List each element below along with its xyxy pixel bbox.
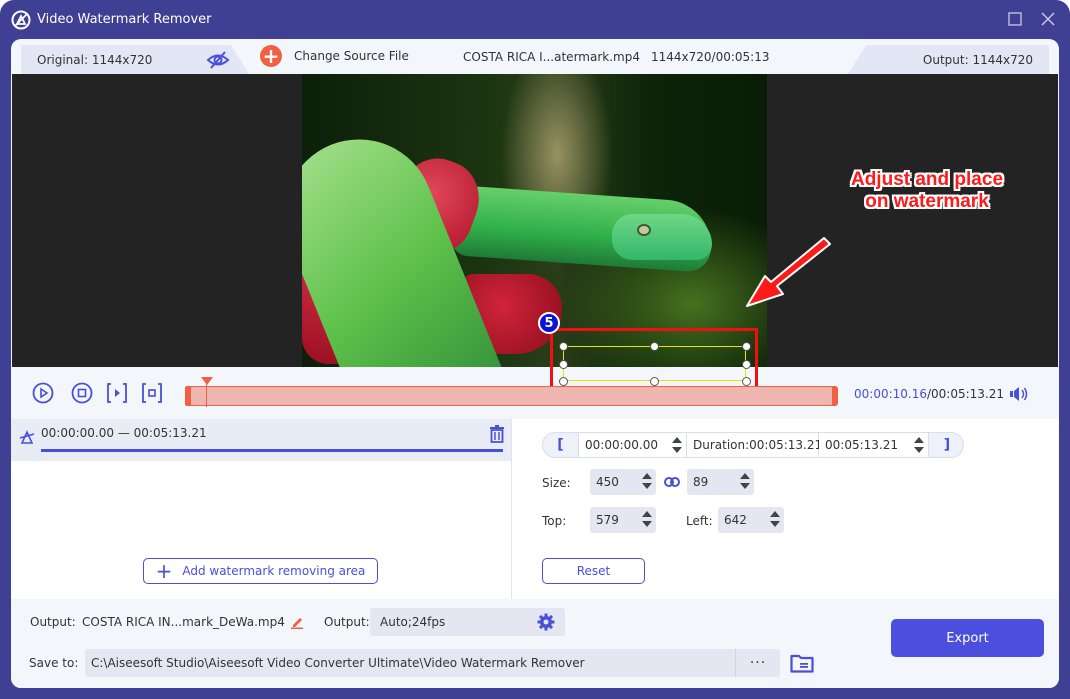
play-button[interactable]: [32, 382, 54, 404]
source-file-name: COSTA RICA I...atermark.mp4: [463, 50, 640, 64]
plus-icon: +: [155, 559, 173, 583]
playback-controls: 00:00:10.16/00:05:13.21: [11, 369, 1059, 419]
annotation-arrow-icon: [746, 237, 831, 307]
start-time-value: 00:00:00.00: [585, 438, 658, 452]
volume-icon[interactable]: [1009, 385, 1029, 403]
left-spinner[interactable]: [770, 510, 780, 528]
output-format-selector[interactable]: Auto;24fps: [370, 608, 565, 636]
hide-preview-eye-icon[interactable]: [206, 51, 230, 69]
annotation-text: Adjust and place on watermark: [802, 169, 1052, 213]
open-folder-icon[interactable]: [790, 653, 814, 673]
top-spinner[interactable]: [642, 510, 652, 528]
area-end: 00:05:13.21: [133, 426, 207, 440]
browse-more-button[interactable]: ···: [735, 649, 780, 677]
timeline-track[interactable]: [184, 385, 838, 406]
snake-image-part: [612, 214, 712, 260]
preview-area-button[interactable]: [141, 382, 163, 404]
area-duration-bar: [41, 449, 503, 452]
save-path-input[interactable]: C:\Aiseesoft Studio\Aiseesoft Video Conv…: [85, 649, 735, 677]
maximize-button[interactable]: [1006, 10, 1024, 28]
gear-icon[interactable]: [537, 613, 555, 631]
watermark-area-icon: [19, 430, 35, 444]
resize-handle-top-right[interactable]: [742, 342, 751, 351]
current-time: 00:00:10.16: [854, 387, 927, 401]
change-source-file-button[interactable]: + Change Source File: [260, 45, 409, 67]
app-window: Video Watermark Remover Original: 1144x7…: [0, 0, 1070, 699]
resize-handle-right[interactable]: [742, 360, 751, 369]
save-path-value: C:\Aiseesoft Studio\Aiseesoft Video Conv…: [91, 656, 585, 670]
window-title: Video Watermark Remover: [37, 12, 212, 27]
play-selection-button[interactable]: [106, 382, 128, 404]
area-time-range: 00:00:00.00 — 00:05:13.21: [41, 426, 207, 440]
top-input[interactable]: 579: [590, 507, 656, 533]
end-time-value: 00:05:13.21: [825, 438, 898, 452]
area-settings-panel: [ 00:00:00.00 Duration:00:05:13.21 00:05…: [512, 419, 1059, 599]
removal-areas-panel: 00:00:00.00 — 00:05:13.21 + Add watermar…: [11, 419, 511, 599]
set-start-button[interactable]: [: [543, 433, 579, 457]
timeline-end-handle[interactable]: [831, 385, 838, 406]
area-dash: —: [117, 426, 130, 440]
height-spinner[interactable]: [740, 472, 750, 490]
output-resolution: Output: 1144x720: [922, 53, 1033, 67]
main-content: Original: 1144x720 + Change Source File …: [11, 39, 1059, 688]
time-range-control: [ 00:00:00.00 Duration:00:05:13.21 00:05…: [542, 432, 964, 458]
end-time-input[interactable]: 00:05:13.21: [819, 433, 929, 457]
end-time-spinner[interactable]: [914, 436, 924, 454]
video-preview: 5 Adjust and place on watermark: [12, 74, 1058, 398]
removal-area-item[interactable]: 00:00:00.00 — 00:05:13.21: [11, 419, 511, 461]
source-file-dims-duration: 1144x720/00:05:13: [651, 50, 770, 64]
save-to-label: Save to:: [29, 656, 79, 670]
left-label: Left:: [686, 514, 713, 528]
area-start: 00:00:00.00: [41, 426, 114, 440]
reset-button[interactable]: Reset: [542, 558, 645, 584]
height-input[interactable]: 89: [687, 469, 754, 495]
delete-area-trash-icon[interactable]: [489, 425, 505, 443]
output-format-value: Auto;24fps: [380, 615, 446, 629]
stop-button[interactable]: [71, 382, 93, 404]
add-watermark-area-button[interactable]: + Add watermark removing area: [143, 558, 378, 584]
plus-circle-icon: +: [260, 45, 282, 67]
add-area-label: Add watermark removing area: [182, 564, 366, 578]
playhead[interactable]: [205, 383, 208, 407]
annotation-line: on watermark: [865, 191, 989, 212]
duration-display: Duration:00:05:13.21: [687, 433, 822, 457]
left-input[interactable]: 642: [718, 507, 784, 533]
resize-handle-top[interactable]: [650, 342, 659, 351]
start-time-input[interactable]: 00:00:00.00: [579, 433, 687, 457]
timeline-start-handle[interactable]: [184, 385, 191, 406]
output-file-label: Output:: [30, 615, 76, 629]
title-bar: Video Watermark Remover: [0, 0, 1070, 40]
link-aspect-ratio-icon[interactable]: [664, 476, 680, 488]
snake-image-part: [637, 224, 651, 236]
resize-handle-top-left[interactable]: [559, 342, 568, 351]
app-logo-icon: [11, 10, 31, 30]
change-source-label: Change Source File: [294, 49, 409, 63]
set-end-button[interactable]: ]: [929, 433, 963, 457]
top-label: Top:: [542, 514, 567, 528]
width-spinner[interactable]: [642, 472, 652, 490]
original-tab: Original: 1144x720: [21, 45, 249, 74]
playhead-marker-icon[interactable]: [200, 377, 213, 385]
video-frame: [302, 74, 767, 367]
step-badge: 5: [538, 312, 560, 334]
output-file-name: COSTA RICA IN...mark_DeWa.mp4: [82, 615, 285, 629]
width-input[interactable]: 450: [590, 469, 656, 495]
top-value: 579: [596, 513, 619, 527]
left-value: 642: [724, 513, 747, 527]
output-format-label: Output:: [324, 615, 370, 629]
output-settings-bar: Output: COSTA RICA IN...mark_DeWa.mp4 Ou…: [11, 599, 1059, 688]
output-tab: Output: 1144x720: [848, 45, 1049, 74]
time-readout: 00:00:10.16/00:05:13.21: [854, 387, 1004, 401]
height-value: 89: [693, 475, 709, 489]
width-value: 450: [596, 475, 619, 489]
resize-handle-left[interactable]: [559, 360, 568, 369]
close-button[interactable]: [1039, 10, 1057, 28]
total-time: 00:05:13.21: [931, 387, 1005, 401]
export-button[interactable]: Export: [891, 619, 1044, 657]
size-label: Size:: [542, 476, 571, 490]
start-time-spinner[interactable]: [672, 436, 682, 454]
edit-pencil-icon[interactable]: [290, 615, 304, 629]
original-resolution: Original: 1144x720: [37, 53, 153, 67]
annotation-line: Adjust and place: [850, 169, 1004, 190]
